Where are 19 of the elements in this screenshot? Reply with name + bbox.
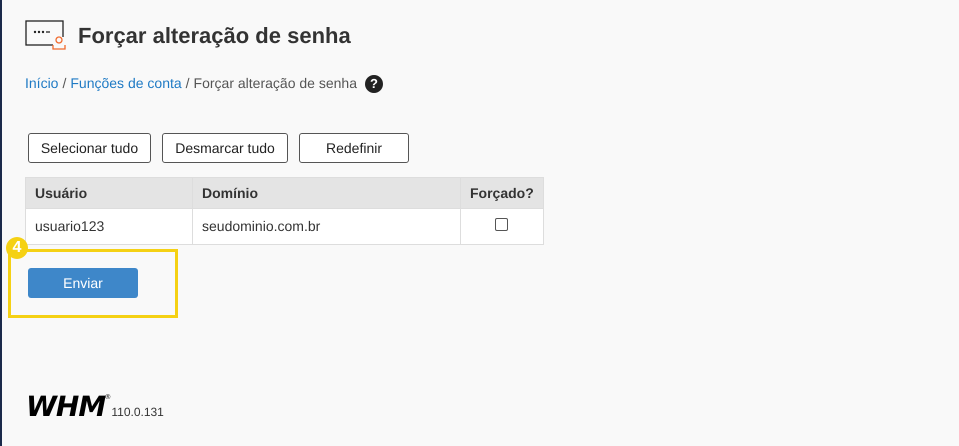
breadcrumb-current: Forçar alteração de senha — [194, 74, 357, 93]
toolbar-button[interactable]: Redefinir — [299, 133, 409, 163]
logo: WHM — [26, 393, 106, 421]
checkbox[interactable] — [495, 218, 508, 231]
help-icon[interactable]: ? — [364, 74, 383, 92]
column-header: Usuário — [26, 178, 192, 208]
toolbar-button[interactable]: Selecionar tudo — [28, 133, 151, 163]
breadcrumb-separator: / — [62, 74, 66, 93]
toolbar-button[interactable]: Desmarcar tudo — [162, 133, 288, 163]
breadcrumb-link[interactable]: Funções de conta — [70, 73, 182, 94]
version-text: 110.0.131 — [111, 404, 164, 421]
table-cell: usuario123 — [26, 208, 192, 244]
page-title: Forçar alteração de senha — [78, 22, 351, 50]
step-badge: 4 — [6, 237, 28, 259]
table-cell: seudominio.com.br — [192, 208, 460, 244]
submit-button[interactable]: Enviar — [28, 268, 138, 298]
breadcrumb-separator: / — [186, 74, 190, 93]
breadcrumb-link[interactable]: Início — [25, 73, 58, 94]
column-header: Domínio — [192, 178, 460, 208]
